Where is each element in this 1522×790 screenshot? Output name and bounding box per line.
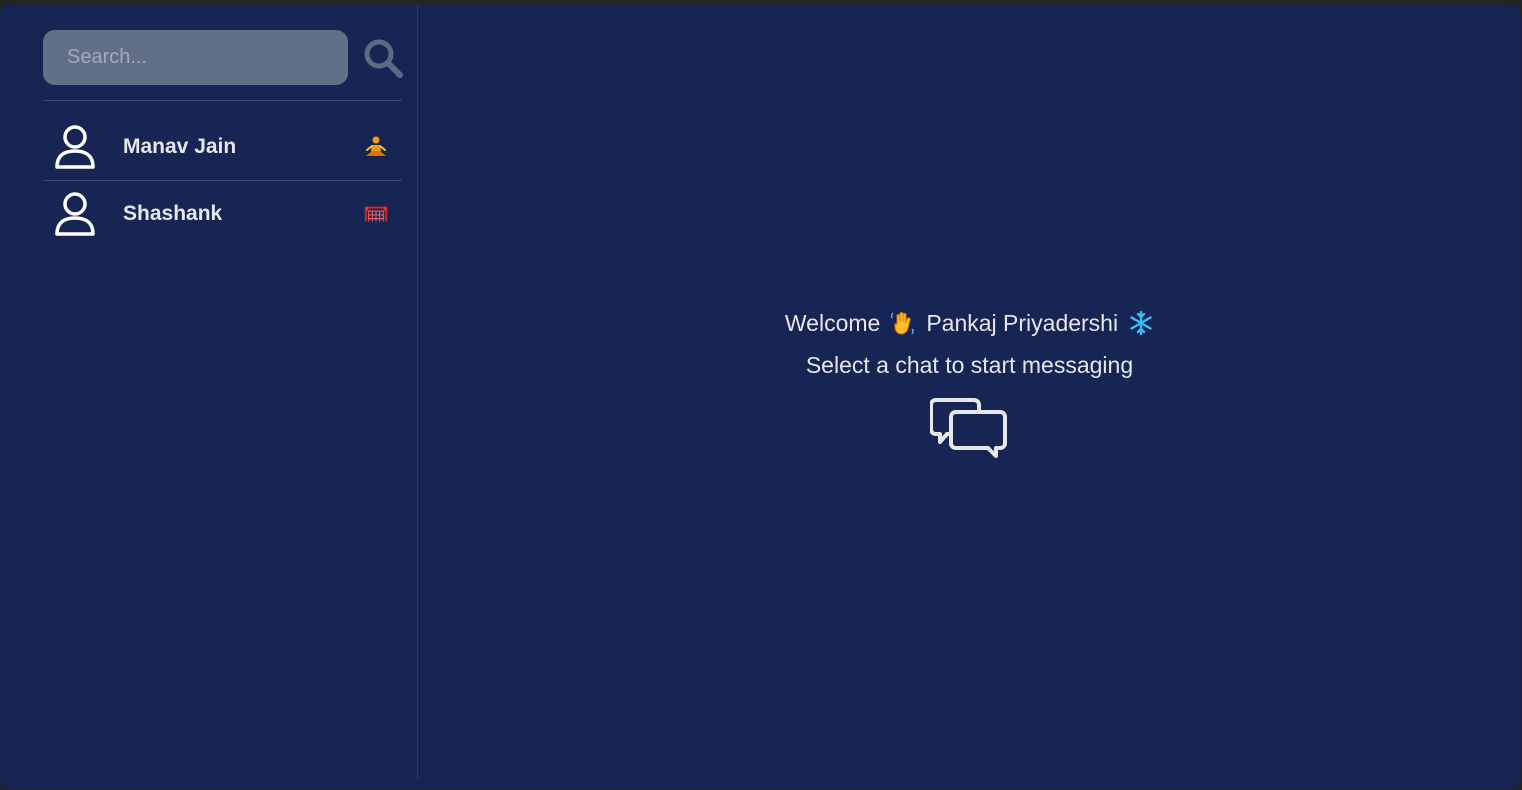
welcome-greeting: Welcome <box>784 309 881 336</box>
search-icon <box>364 39 403 78</box>
person-in-lotus-position-icon <box>364 135 388 159</box>
conversation-name: Manav Jain <box>123 135 237 158</box>
chat-app: Manav Jain Sh <box>0 5 1521 789</box>
welcome-heading: Welcome Pankaj Priyadershi <box>785 306 1154 340</box>
conversation-item[interactable]: Shashank <box>43 183 402 245</box>
waving-hand-icon <box>891 312 915 335</box>
goal-net-icon <box>364 202 388 226</box>
avatar <box>53 125 97 169</box>
welcome-subtitle: Select a chat to start messaging <box>805 352 1134 378</box>
sidebar-divider <box>43 100 402 101</box>
avatar <box>53 192 97 236</box>
search-input[interactable] <box>43 30 348 85</box>
snowflake-icon <box>1130 310 1152 336</box>
search-button[interactable] <box>362 37 404 79</box>
user-icon <box>55 192 95 236</box>
search-bar <box>43 30 404 85</box>
conversation-list: Manav Jain Shashank <box>43 116 402 245</box>
main-panel: Welcome Pankaj Priyadershi Select a chat… <box>418 5 1521 789</box>
sidebar: Manav Jain Sh <box>0 5 418 779</box>
welcome-user-name: Pankaj Priyadershi <box>926 309 1119 336</box>
conversation-separator <box>43 180 402 181</box>
user-icon <box>55 125 95 169</box>
conversation-item[interactable]: Manav Jain <box>43 116 402 178</box>
chat-bubbles-icon <box>785 396 1154 458</box>
welcome-panel: Welcome Pankaj Priyadershi Select a chat… <box>785 306 1154 458</box>
conversation-name: Shashank <box>123 202 223 225</box>
